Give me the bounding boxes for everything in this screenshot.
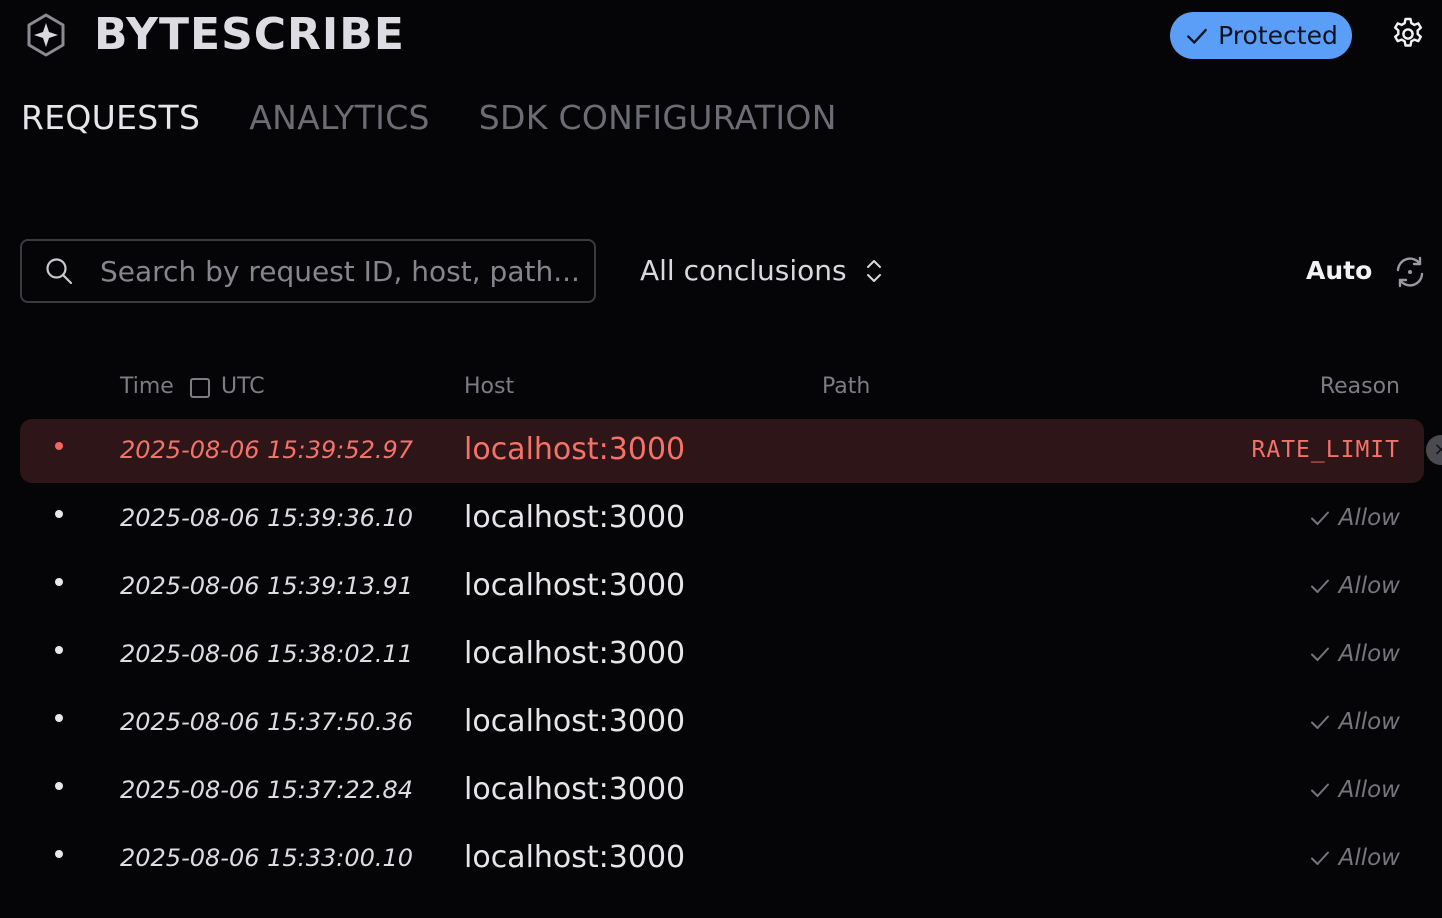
row-host: localhost:3000	[464, 840, 686, 875]
row-time: 2025-08-06 15:37:50.36	[120, 708, 414, 736]
main-tabs: REQUESTS ANALYTICS SDK CONFIGURATION	[21, 96, 837, 140]
row-reason-label: Allow	[1338, 505, 1400, 531]
search-box	[20, 239, 596, 303]
check-icon	[1310, 851, 1329, 865]
row-reason-label: Allow	[1338, 641, 1400, 667]
row-time: 2025-08-06 15:37:22.84	[120, 776, 414, 804]
check-icon	[1310, 783, 1329, 797]
row-host: localhost:3000	[464, 500, 686, 535]
close-icon[interactable]: ×	[1426, 435, 1442, 465]
status-dot	[55, 510, 63, 518]
conclusions-select-value: All conclusions	[640, 254, 847, 287]
row-time: 2025-08-06 15:38:02.11	[120, 640, 414, 668]
row-host: localhost:3000	[464, 568, 686, 603]
row-host: localhost:3000	[464, 432, 686, 467]
row-reason: Allow	[1309, 773, 1400, 807]
row-time: 2025-08-06 15:39:52.97	[120, 436, 414, 464]
row-time: 2025-08-06 15:33:00.10	[120, 844, 414, 872]
row-host: localhost:3000	[464, 772, 686, 807]
check-icon	[1310, 511, 1329, 525]
table-row[interactable]: 2025-08-06 15:39:52.97 localhost:3000 RA…	[20, 419, 1424, 483]
brand-name: BYTESCRIBE	[94, 9, 405, 60]
table-row[interactable]: 2025-08-06 15:38:02.11 localhost:3000 Al…	[20, 623, 1424, 687]
row-reason-label: Allow	[1338, 777, 1400, 803]
status-dot	[55, 714, 63, 722]
column-header-time[interactable]: Time	[120, 372, 174, 402]
row-reason: Allow	[1309, 637, 1400, 671]
row-reason: RATE_LIMIT	[1251, 437, 1400, 463]
gear-icon[interactable]	[1390, 16, 1426, 52]
protected-status-button[interactable]: Protected	[1170, 12, 1352, 59]
row-host: localhost:3000	[464, 636, 686, 671]
search-icon	[46, 258, 73, 285]
chevron-up-down-icon	[866, 260, 881, 282]
check-icon	[1310, 579, 1329, 593]
auto-refresh-toggle[interactable]: Auto	[1306, 254, 1372, 288]
column-header-reason[interactable]: Reason	[1320, 372, 1400, 402]
table-row[interactable]: 2025-08-06 15:39:13.91 localhost:3000 Al…	[20, 555, 1424, 619]
check-icon	[1310, 647, 1329, 661]
table-row[interactable]: 2025-08-06 15:37:22.84 localhost:3000 Al…	[20, 759, 1424, 823]
table-row[interactable]: 2025-08-06 15:33:00.10 localhost:3000 Al…	[20, 827, 1424, 891]
status-dot	[55, 578, 63, 586]
status-dot	[55, 442, 63, 450]
status-dot	[55, 850, 63, 858]
column-header-path[interactable]: Path	[822, 372, 870, 402]
tab-requests[interactable]: REQUESTS	[21, 96, 200, 140]
utc-checkbox[interactable]	[190, 378, 210, 398]
row-host: localhost:3000	[464, 704, 686, 739]
row-reason: Allow	[1309, 705, 1400, 739]
column-header-host[interactable]: Host	[464, 372, 514, 402]
column-header-utc: UTC	[221, 374, 265, 399]
row-reason-label: Allow	[1338, 845, 1400, 871]
table-row[interactable]: 2025-08-06 15:37:50.36 localhost:3000 Al…	[20, 691, 1424, 755]
star-hexagon-icon	[27, 13, 65, 57]
tab-analytics[interactable]: ANALYTICS	[249, 96, 430, 140]
check-icon	[1310, 715, 1329, 729]
tab-sdk-configuration[interactable]: SDK CONFIGURATION	[479, 96, 837, 140]
protected-status-label: Protected	[1218, 21, 1338, 50]
status-dot	[55, 646, 63, 654]
search-input[interactable]	[98, 253, 582, 289]
row-time: 2025-08-06 15:39:13.91	[120, 572, 414, 600]
conclusions-select[interactable]: All conclusions	[640, 252, 885, 290]
row-reason: Allow	[1309, 841, 1400, 875]
row-time: 2025-08-06 15:39:36.10	[120, 504, 414, 532]
refresh-icon[interactable]	[1392, 254, 1428, 290]
row-reason: Allow	[1309, 569, 1400, 603]
table-row[interactable]: 2025-08-06 15:39:36.10 localhost:3000 Al…	[20, 487, 1424, 551]
app-root: BYTESCRIBE Protected REQUESTS ANALYTICS …	[0, 0, 1442, 918]
check-icon	[1187, 28, 1208, 44]
row-reason-label: Allow	[1338, 709, 1400, 735]
row-reason-label: Allow	[1338, 573, 1400, 599]
row-reason: Allow	[1309, 501, 1400, 535]
status-dot	[55, 782, 63, 790]
